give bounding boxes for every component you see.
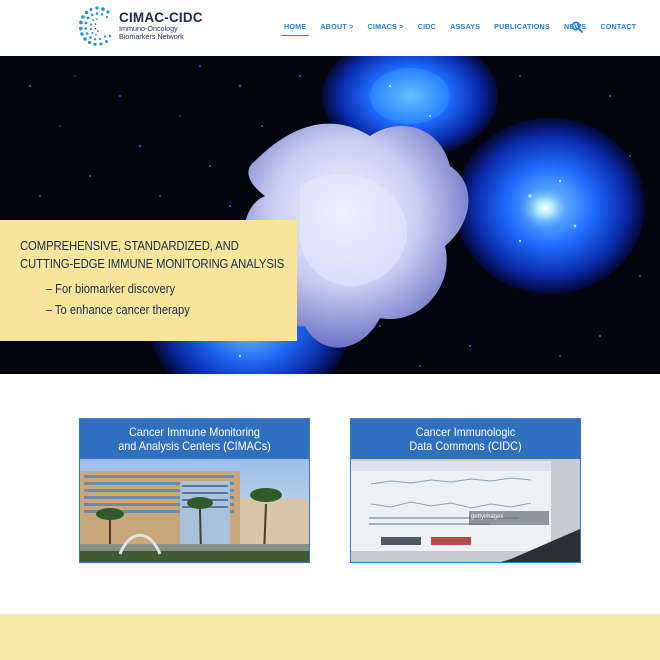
card-cidc-watermark: gettyimages	[471, 514, 504, 520]
card-cidc-title-line2: Data Commons (CIDC)	[409, 439, 522, 453]
nav-item-home[interactable]: HOME	[280, 22, 310, 36]
site-header: CIMAC-CIDC Immuno-Oncology Biomarkers Ne…	[0, 0, 660, 56]
search-icon[interactable]	[571, 21, 583, 33]
hero-point-biomarker: – For biomarker discovery	[45, 281, 176, 296]
card-cidc-header: Cancer Immunologic Data Commons (CIDC)	[351, 419, 580, 459]
logo-dots-icon	[78, 6, 112, 46]
footer-band	[0, 614, 660, 660]
nav-item-about[interactable]: ABOUT >	[320, 22, 353, 31]
card-cimacs-title-line1: Cancer Immune Monitoring	[129, 425, 260, 439]
card-cimacs-header: Cancer Immune Monitoring and Analysis Ce…	[80, 419, 309, 459]
card-cimacs[interactable]: Cancer Immune Monitoring and Analysis Ce…	[79, 418, 310, 563]
card-cidc-title-line1: Cancer Immunologic	[415, 425, 516, 439]
hero-headline-line1: COMPREHENSIVE, STANDARDIZED, AND	[20, 238, 239, 253]
main-nav: HOME ABOUT > CIMACS > CIDC ASSAYS PUBLIC…	[280, 22, 650, 36]
card-cimacs-building-image	[80, 459, 309, 562]
card-cidc-laptop-image	[351, 459, 580, 562]
brand-subtitle-line2: Biomarkers Network	[119, 31, 184, 41]
hero-tagline-box: COMPREHENSIVE, STANDARDIZED, AND CUTTING…	[0, 220, 297, 341]
hero-banner: COMPREHENSIVE, STANDARDIZED, AND CUTTING…	[0, 56, 660, 374]
site-logo[interactable]: CIMAC-CIDC Immuno-Oncology Biomarkers Ne…	[78, 4, 208, 48]
nav-item-publications[interactable]: PUBLICATIONS	[494, 22, 550, 31]
hero-point-therapy: – To enhance cancer therapy	[45, 302, 190, 317]
card-cidc[interactable]: Cancer Immunologic Data Commons (CIDC) g…	[350, 418, 581, 563]
card-cimacs-title-line2: and Analysis Centers (CIMACs)	[118, 439, 271, 453]
nav-item-cimacs[interactable]: CIMACS >	[368, 22, 404, 31]
nav-item-contact[interactable]: CONTACT	[600, 22, 636, 31]
nav-item-assays[interactable]: ASSAYS	[450, 22, 480, 31]
nav-item-cidc[interactable]: CIDC	[418, 22, 436, 31]
brand-title: CIMAC-CIDC	[119, 10, 203, 26]
hero-headline-line2: CUTTING-EDGE IMMUNE MONITORING ANALYSIS	[20, 256, 285, 271]
